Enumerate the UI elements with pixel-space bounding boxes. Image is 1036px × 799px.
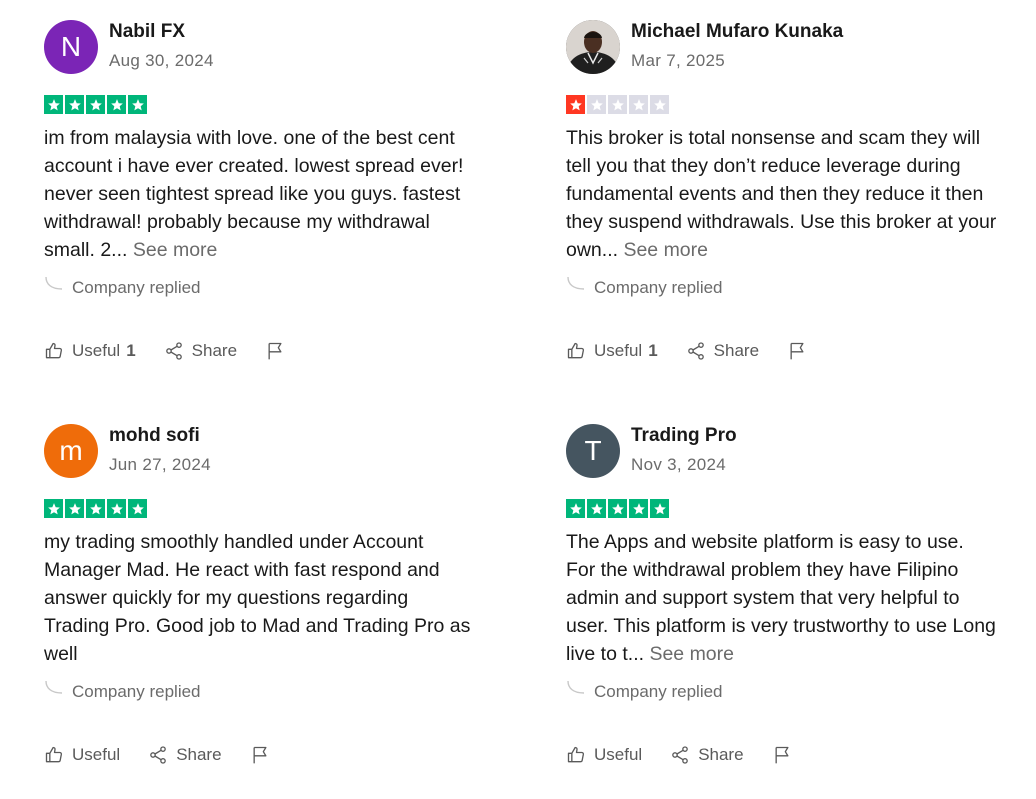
star-icon [587, 499, 606, 518]
review-body: my trading smoothly handled under Accoun… [44, 531, 471, 665]
star-icon [566, 95, 585, 114]
company-replied-label: Company replied [72, 278, 201, 297]
avatar-initial: T [584, 435, 602, 466]
useful-label: Useful [72, 745, 121, 764]
see-more-link[interactable]: See more [133, 239, 218, 261]
useful-count: 1 [648, 341, 658, 360]
star-rating [44, 499, 147, 518]
star-icon [128, 95, 147, 114]
company-replied-label: Company replied [594, 682, 723, 701]
reviewer-name[interactable]: mohd sofi [109, 425, 200, 447]
star-icon [608, 95, 627, 114]
share-label: Share [713, 341, 760, 360]
see-more-link[interactable]: See more [623, 239, 708, 261]
star-icon [107, 499, 126, 518]
star-icon [128, 499, 147, 518]
review-text: The Apps and website platform is easy to… [566, 528, 998, 668]
thumbs-up-icon [566, 745, 594, 765]
share-icon [148, 745, 176, 765]
review-text: im from malaysia with love. one of the b… [44, 124, 476, 264]
review-body: im from malaysia with love. one of the b… [44, 127, 464, 261]
reply-icon [44, 276, 72, 294]
useful-label: Useful [72, 341, 121, 360]
star-icon [629, 499, 648, 518]
star-icon [44, 499, 63, 518]
flag-icon [265, 341, 293, 361]
review-text: my trading smoothly handled under Accoun… [44, 528, 476, 668]
review-actions: Useful 1 Share [44, 341, 321, 361]
share-icon [164, 341, 192, 361]
review-text: This broker is total nonsense and scam t… [566, 124, 998, 264]
reviewer-name[interactable]: Trading Pro [631, 425, 737, 447]
company-replied-toggle[interactable]: Company replied [566, 276, 723, 298]
company-replied-toggle[interactable]: Company replied [44, 680, 201, 702]
share-icon [686, 341, 714, 361]
share-icon [670, 745, 698, 765]
review-date: Mar 7, 2025 [631, 51, 726, 70]
company-replied-toggle[interactable]: Company replied [44, 276, 201, 298]
star-rating [566, 499, 669, 518]
report-button[interactable] [787, 341, 815, 361]
star-icon [44, 95, 63, 114]
share-button[interactable]: Share [670, 745, 744, 765]
avatar-initial: m [59, 435, 83, 466]
star-icon [587, 95, 606, 114]
share-label: Share [698, 745, 744, 764]
review-body: The Apps and website platform is easy to… [566, 531, 996, 665]
star-icon [65, 499, 84, 518]
star-icon [629, 95, 648, 114]
avatar[interactable] [566, 20, 620, 74]
share-label: Share [191, 341, 238, 360]
useful-button[interactable]: Useful 1 [44, 341, 136, 361]
report-button[interactable] [250, 745, 278, 765]
review-date: Aug 30, 2024 [109, 51, 214, 70]
star-icon [608, 499, 627, 518]
share-label: Share [176, 745, 222, 764]
useful-button[interactable]: Useful [44, 745, 120, 765]
review-date: Jun 27, 2024 [109, 455, 211, 474]
avatar[interactable]: N [44, 20, 98, 74]
share-button[interactable]: Share [164, 341, 237, 361]
star-rating [44, 95, 147, 114]
avatar[interactable]: T [566, 424, 620, 478]
useful-button[interactable]: Useful [566, 745, 642, 765]
flag-icon [250, 745, 278, 765]
flag-icon [787, 341, 815, 361]
company-replied-label: Company replied [594, 278, 723, 297]
star-icon [650, 95, 669, 114]
review-actions: Useful Share [566, 745, 828, 765]
reply-icon [566, 276, 594, 294]
useful-button[interactable]: Useful 1 [566, 341, 658, 361]
report-button[interactable] [772, 745, 800, 765]
flag-icon [772, 745, 800, 765]
share-button[interactable]: Share [148, 745, 222, 765]
star-icon [107, 95, 126, 114]
thumbs-up-icon [44, 745, 72, 765]
star-icon [86, 95, 105, 114]
company-replied-toggle[interactable]: Company replied [566, 680, 723, 702]
avatar[interactable]: m [44, 424, 98, 478]
reviewer-name[interactable]: Michael Mufaro Kunaka [631, 21, 843, 43]
star-icon [86, 499, 105, 518]
star-icon [566, 499, 585, 518]
thumbs-up-icon [566, 341, 594, 361]
useful-label: Useful [594, 341, 643, 360]
share-button[interactable]: Share [686, 341, 759, 361]
review-actions: Useful Share [44, 745, 306, 765]
report-button[interactable] [265, 341, 293, 361]
review-actions: Useful 1 Share [566, 341, 843, 361]
thumbs-up-icon [44, 341, 72, 361]
star-icon [65, 95, 84, 114]
reply-icon [44, 680, 72, 698]
star-icon [650, 499, 669, 518]
company-replied-label: Company replied [72, 682, 201, 701]
star-rating [566, 95, 669, 114]
avatar-initial: N [60, 31, 82, 62]
see-more-link[interactable]: See more [649, 643, 734, 665]
reviewer-name[interactable]: Nabil FX [109, 21, 185, 43]
useful-label: Useful [594, 745, 643, 764]
useful-count: 1 [126, 341, 136, 360]
reply-icon [566, 680, 594, 698]
review-date: Nov 3, 2024 [631, 455, 726, 474]
